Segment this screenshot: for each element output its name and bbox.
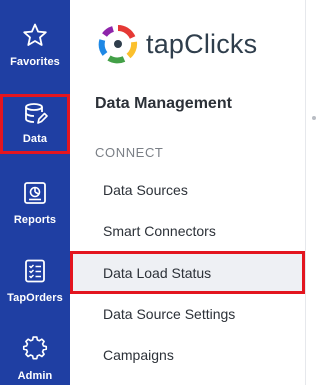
gear-icon — [22, 336, 48, 360]
menu-item-data-load-status[interactable]: Data Load Status — [70, 251, 305, 294]
nav-rail: Favorites Data Reports TapOrders Admin — [0, 0, 70, 385]
panel-divider — [305, 0, 306, 385]
rail-item-label: Favorites — [10, 56, 60, 68]
rail-item-label: Admin — [17, 370, 53, 382]
data-management-menu: tapClicks Data Management CONNECT Data S… — [70, 0, 305, 385]
section-title: Data Management — [95, 95, 232, 112]
menu-item-data-source-settings[interactable]: Data Source Settings — [70, 296, 305, 332]
group-label-connect: CONNECT — [95, 145, 164, 160]
rail-item-taporders[interactable]: TapOrders — [0, 258, 70, 304]
checklist-icon — [25, 259, 45, 283]
rail-item-admin[interactable]: Admin — [0, 336, 70, 382]
rail-item-label: Data — [22, 133, 48, 145]
menu-item-campaigns[interactable]: Campaigns — [70, 337, 305, 373]
rail-item-reports[interactable]: Reports — [0, 180, 70, 226]
star-icon — [23, 23, 47, 46]
tapclicks-logo: tapClicks — [98, 24, 257, 64]
tapclicks-logo-icon — [98, 25, 138, 64]
menu-item-data-sources[interactable]: Data Sources — [70, 172, 305, 208]
report-icon — [24, 182, 46, 204]
menu-item-label: Campaigns — [103, 347, 174, 363]
rail-item-data[interactable]: Data — [0, 94, 70, 154]
menu-item-smart-connectors[interactable]: Smart Connectors — [70, 213, 305, 249]
rail-item-label: Reports — [13, 214, 57, 226]
rail-item-favorites[interactable]: Favorites — [0, 22, 70, 68]
logo-wordmark: tapClicks — [146, 28, 258, 59]
menu-item-label: Data Source Settings — [103, 306, 236, 322]
menu-item-label: Data Sources — [103, 182, 188, 198]
database-icon — [25, 103, 48, 124]
menu-item-label: Smart Connectors — [103, 223, 216, 239]
rail-item-label: TapOrders — [7, 292, 63, 304]
menu-item-label: Data Load Status — [103, 264, 212, 281]
content-dot — [312, 116, 316, 120]
